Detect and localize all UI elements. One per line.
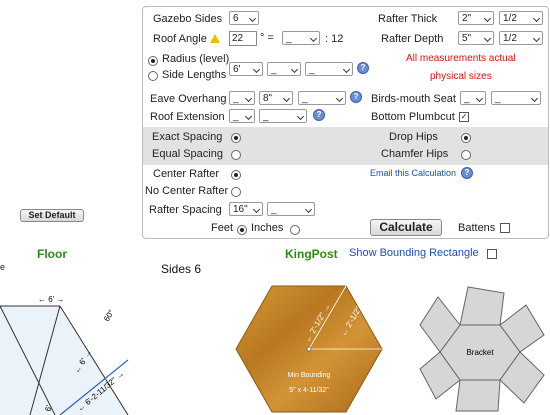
kingpost-label: KingPost — [285, 247, 338, 261]
help-icon[interactable]: ? — [461, 167, 473, 179]
roof-extension-label: Roof Extension — [150, 111, 225, 123]
rafter-spacing-frac-select[interactable]: _ — [267, 202, 315, 216]
center-rafter-radio[interactable] — [231, 170, 241, 180]
bracket-diagram: Bracket — [419, 286, 545, 412]
note-line2: physical sizes — [430, 71, 492, 82]
size-feet-select[interactable]: 6' — [229, 62, 263, 76]
help-icon[interactable]: ? — [357, 62, 369, 74]
birds-mouth-label: Birds-mouth Seat — [371, 93, 456, 105]
feet-radio[interactable] — [237, 225, 247, 235]
feet-label: Feet — [211, 222, 234, 234]
floor-label: Floor — [37, 247, 67, 261]
rafter-spacing-select[interactable]: 16" — [229, 202, 263, 216]
rafter-depth-label: Rafter Depth — [381, 33, 444, 45]
show-bounding-checkbox[interactable] — [487, 249, 497, 259]
radius-label: Radius (level) — [162, 53, 230, 65]
inches-radio[interactable] — [290, 225, 300, 235]
chamfer-hips-label: Chamfer Hips — [381, 148, 449, 160]
calculate-button[interactable]: Calculate — [370, 219, 442, 236]
roof-ext-inches-select[interactable]: _ — [229, 109, 255, 123]
gazebo-sides-label: Gazebo Sides — [153, 13, 223, 25]
help-icon[interactable]: ? — [313, 109, 325, 121]
drop-hips-label: Drop Hips — [389, 131, 438, 143]
birds-frac-select[interactable]: _ — [491, 91, 541, 105]
floor-diagram: ← 6' → 60° ← 6' → ← 6'-2-11/32" → 6' — [0, 295, 129, 415]
side-lengths-label: Side Lengths — [162, 69, 227, 81]
min-bounding-label: Min Bounding — [288, 372, 331, 379]
no-center-rafter-label: No Center Rafter — [145, 185, 229, 197]
eave-overhang-label: Eave Overhang — [150, 93, 227, 105]
rafter-spacing-label: Rafter Spacing — [149, 204, 222, 216]
exact-spacing-radio[interactable] — [231, 133, 241, 143]
rafter-depth-frac-select[interactable]: 1/2 — [499, 31, 543, 45]
sides-title: Sides 6 — [161, 262, 202, 276]
bottom-plumbcut-checkbox[interactable]: ✓ — [459, 112, 469, 122]
edge-char: e — [0, 262, 6, 272]
roof-angle-input[interactable]: 22 — [229, 31, 257, 46]
kingpost-diagram: ← 2'-1/2" → ← 2'-1/2" → Min Bounding 5" … — [235, 285, 383, 413]
side-lengths-radio[interactable] — [148, 71, 158, 81]
eave-inches-select[interactable]: 8" — [259, 91, 293, 105]
set-default-button[interactable]: Set Default — [20, 209, 84, 222]
exact-spacing-label: Exact Spacing — [152, 131, 223, 143]
drop-hips-radio[interactable] — [461, 133, 471, 143]
degree-suffix: ° = — [260, 32, 274, 44]
battens-label: Battens — [458, 222, 496, 234]
eave-feet-select[interactable]: _ — [229, 91, 255, 105]
gazebo-sides-select[interactable]: 6 — [229, 11, 259, 25]
radius-radio[interactable] — [148, 56, 158, 66]
note-line1: All measurements actual — [406, 53, 516, 64]
bracket-arm-top — [459, 286, 505, 326]
bracket-arm-bottom — [455, 379, 501, 412]
roof-angle-label: Roof Angle — [153, 33, 207, 45]
calculator-panel: Gazebo Sides 6 Rafter Thick 2" 1/2 Roof … — [142, 6, 549, 239]
floor-top-dim: ← 6' → — [38, 295, 64, 304]
birds-inches-select[interactable]: _ — [460, 91, 486, 105]
min-bounding-value: 5" x 4-11/32" — [289, 387, 329, 394]
bottom-plumbcut-label: Bottom Plumbcut — [371, 111, 455, 123]
equal-spacing-radio[interactable] — [231, 150, 241, 160]
rafter-depth-select[interactable]: 5" — [458, 31, 494, 45]
rafter-thick-select[interactable]: 2" — [458, 11, 494, 25]
floor-side-dim: 60° — [102, 308, 116, 323]
battens-checkbox[interactable] — [500, 223, 510, 233]
no-center-rafter-radio[interactable] — [231, 187, 241, 197]
inches-label: Inches — [251, 222, 284, 234]
rafter-thick-frac-select[interactable]: 1/2 — [499, 11, 543, 25]
bracket-label: Bracket — [466, 348, 494, 357]
kingpost-center — [306, 346, 312, 352]
rafter-thick-label: Rafter Thick — [378, 13, 438, 25]
eave-frac-select[interactable]: _ — [298, 91, 346, 105]
size-inches-select[interactable]: _ — [267, 62, 301, 76]
warning-icon — [210, 34, 220, 43]
size-frac-select[interactable]: _ — [305, 62, 353, 76]
center-rafter-label: Center Rafter — [153, 168, 220, 180]
equal-spacing-label: Equal Spacing — [152, 148, 223, 160]
roof-ext-frac-select[interactable]: _ — [259, 109, 307, 123]
email-calculation-link[interactable]: Email this Calculation — [370, 168, 456, 178]
show-bounding-link[interactable]: Show Bounding Rectangle — [349, 247, 479, 259]
pitch-ratio: : 12 — [325, 33, 344, 45]
pitch-select[interactable]: _ — [282, 31, 320, 45]
help-icon[interactable]: ? — [350, 91, 362, 103]
chamfer-hips-radio[interactable] — [461, 150, 471, 160]
